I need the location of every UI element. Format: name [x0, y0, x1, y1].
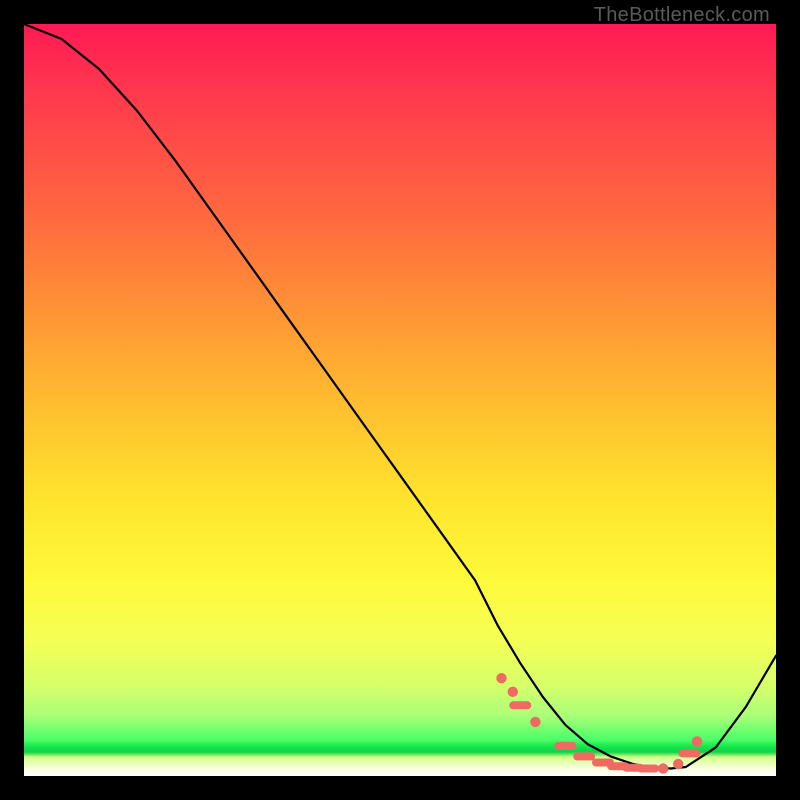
watermark-text: TheBottleneck.com [594, 4, 770, 27]
highlight-markers [496, 673, 702, 774]
plot-panel [24, 24, 776, 776]
marker-dot [658, 763, 668, 773]
chart-stage: TheBottleneck.com [0, 0, 800, 800]
marker-dot [508, 687, 518, 697]
marker-dot [530, 717, 540, 727]
marker-dot [692, 736, 702, 746]
marker-dot [496, 673, 506, 683]
chart-svg [24, 24, 776, 776]
bottleneck-curve [24, 24, 776, 769]
marker-dot [673, 759, 683, 769]
